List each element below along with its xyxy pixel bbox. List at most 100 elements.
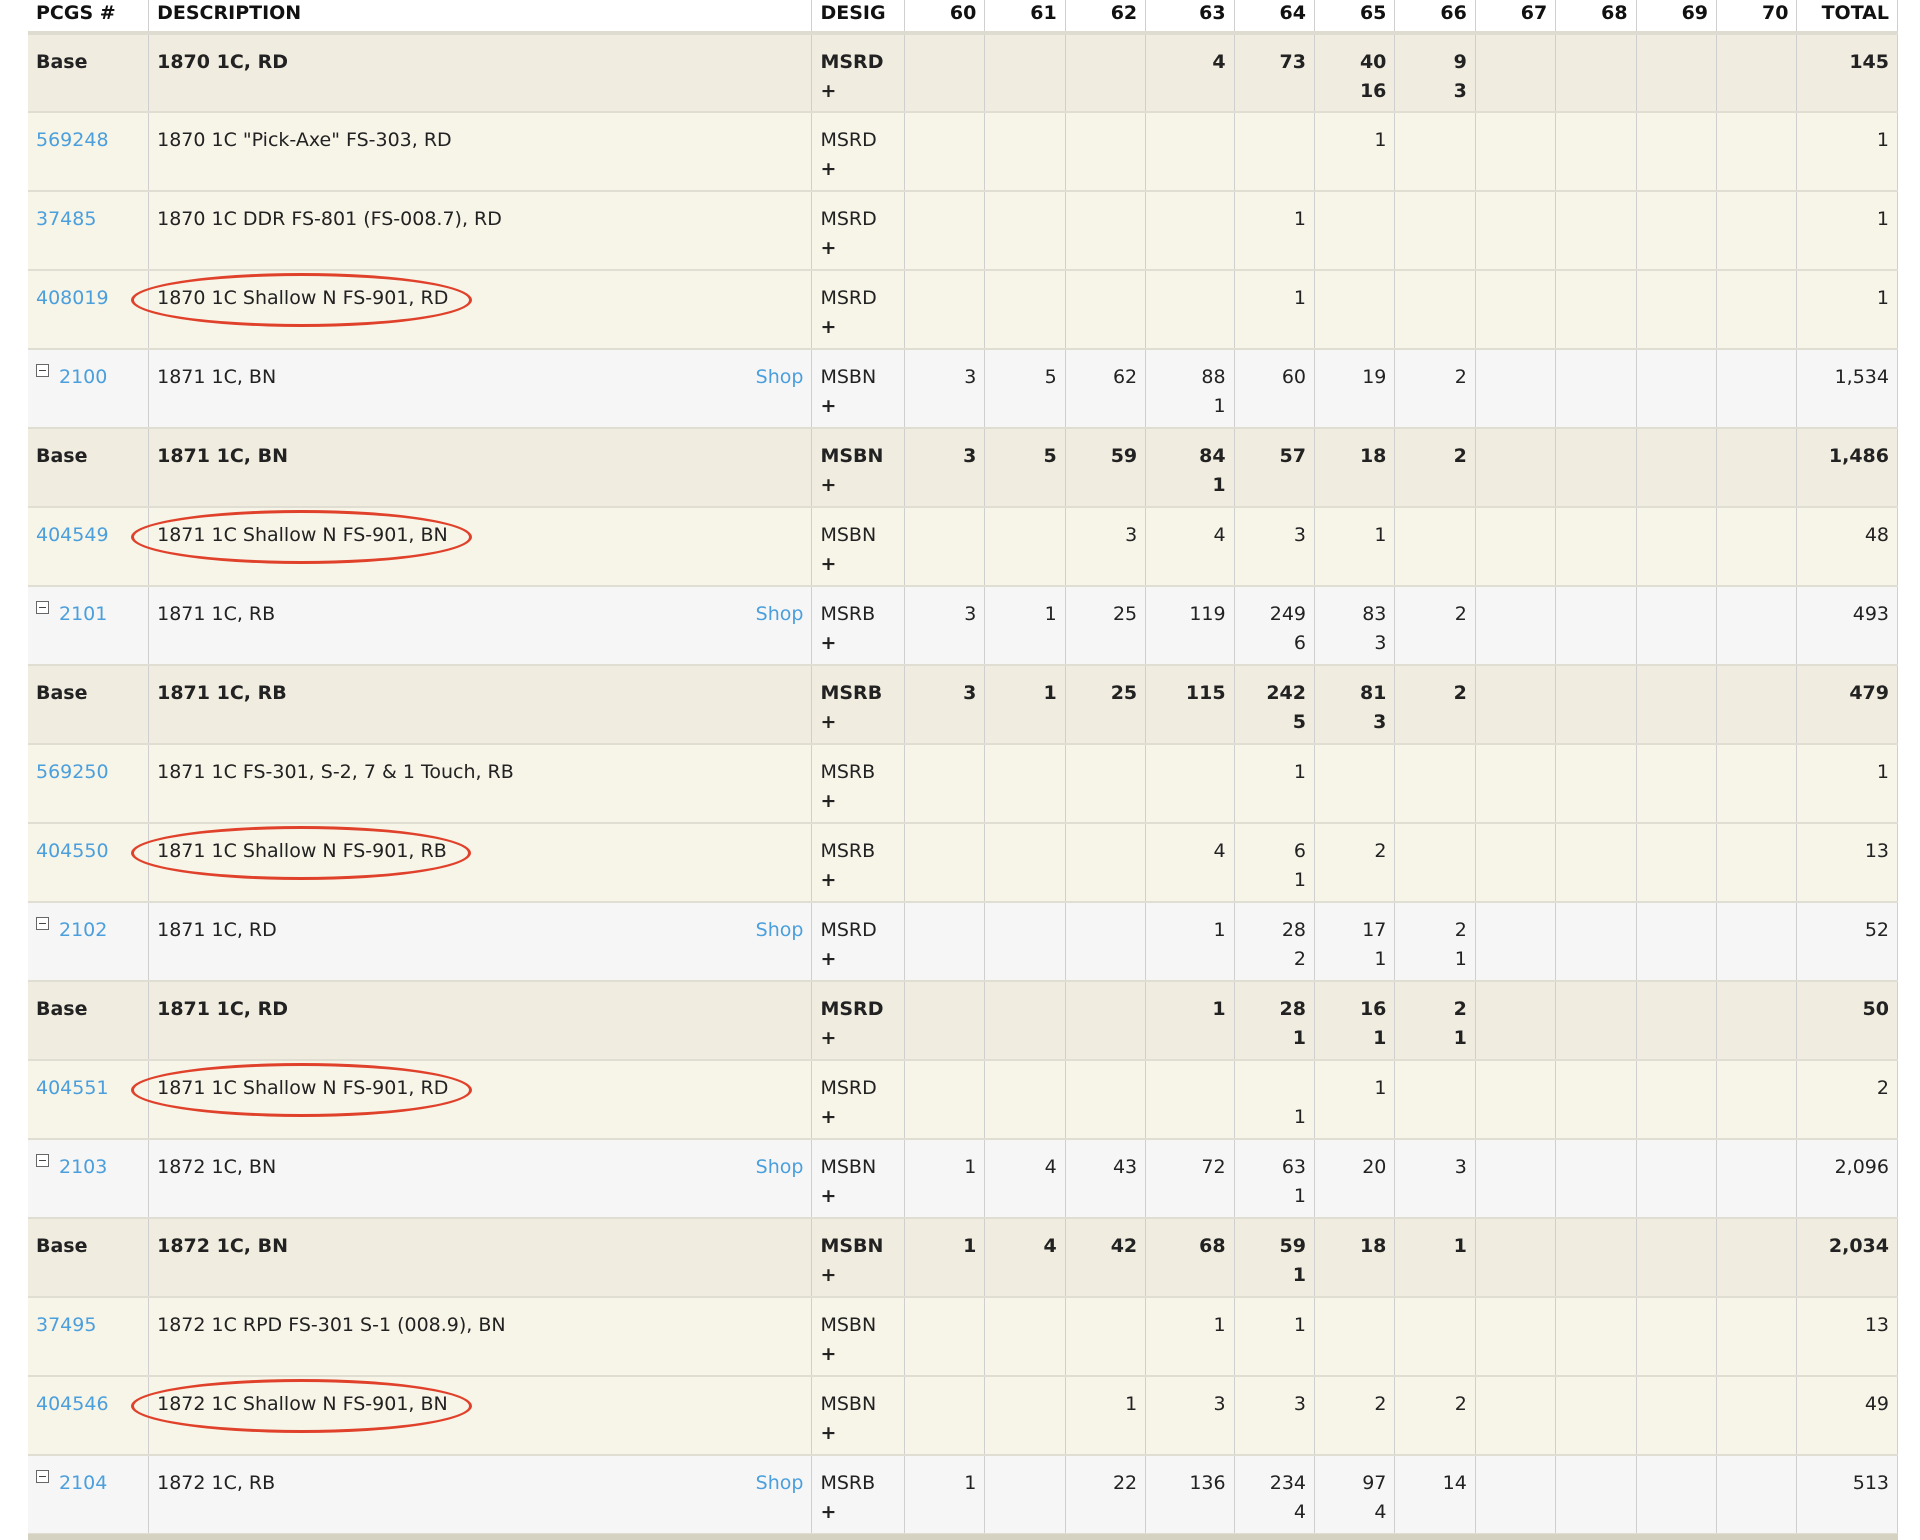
pcgs-number-link[interactable]: 404551: [36, 1077, 109, 1099]
grade-count[interactable]: 63: [1243, 1153, 1306, 1182]
pcgs-number-link[interactable]: 404546: [36, 1393, 109, 1415]
grade-count[interactable]: 59: [1243, 1232, 1306, 1261]
grade-count[interactable]: 242: [1243, 679, 1306, 708]
col-header-grade-60[interactable]: 60: [904, 0, 986, 35]
col-header-total[interactable]: TOTAL: [1796, 0, 1898, 35]
plus-grade-count[interactable]: 3: [1403, 77, 1467, 106]
grade-count[interactable]: 4: [993, 1153, 1057, 1182]
col-header-desig[interactable]: DESIG: [811, 0, 905, 35]
pcgs-number-link[interactable]: 569250: [36, 761, 109, 783]
grade-count[interactable]: 3: [913, 363, 976, 392]
grade-count[interactable]: 1: [1323, 521, 1386, 550]
grade-count[interactable]: 22: [1074, 1469, 1137, 1498]
col-header-grade-70[interactable]: 70: [1716, 0, 1798, 35]
grade-count[interactable]: 14: [1403, 1469, 1467, 1498]
plus-grade-count[interactable]: 2: [1243, 945, 1306, 974]
grade-count[interactable]: 115: [1154, 679, 1226, 708]
plus-grade-count[interactable]: 1: [1154, 471, 1225, 500]
plus-grade-count[interactable]: 1: [1323, 1024, 1386, 1053]
col-header-grade-64[interactable]: 64: [1234, 0, 1316, 35]
plus-grade-count[interactable]: 4: [1243, 1498, 1306, 1527]
grade-count[interactable]: 2: [1403, 679, 1467, 708]
grade-count[interactable]: 1: [1243, 205, 1306, 234]
grade-count[interactable]: 2: [1403, 916, 1467, 945]
grade-count[interactable]: 18: [1323, 1232, 1386, 1261]
grade-count[interactable]: 1: [1154, 995, 1225, 1024]
grade-count[interactable]: 3: [913, 442, 976, 471]
grade-count[interactable]: 4: [1154, 48, 1225, 77]
pcgs-number-link[interactable]: 2103: [59, 1156, 107, 1178]
pcgs-number-link[interactable]: 569248: [36, 129, 109, 151]
grade-count[interactable]: 72: [1154, 1153, 1225, 1182]
grade-count[interactable]: 97: [1323, 1469, 1386, 1498]
grade-count[interactable]: 2: [1403, 600, 1467, 629]
grade-count[interactable]: 136: [1154, 1469, 1225, 1498]
grade-count[interactable]: 1: [1243, 1311, 1306, 1340]
plus-grade-count[interactable]: 1: [1403, 945, 1467, 974]
col-header-description[interactable]: DESCRIPTION: [148, 0, 813, 35]
grade-count[interactable]: 4: [1154, 521, 1226, 550]
plus-grade-count[interactable]: 1: [1243, 1024, 1306, 1053]
grade-count[interactable]: 249: [1243, 600, 1306, 629]
grade-count[interactable]: 3: [913, 679, 976, 708]
grade-count[interactable]: 6: [1243, 837, 1306, 866]
grade-count[interactable]: 1: [993, 679, 1057, 708]
grade-count[interactable]: 9: [1403, 48, 1467, 77]
grade-count[interactable]: 2: [1323, 837, 1386, 866]
pcgs-number-link[interactable]: 37485: [36, 208, 96, 230]
grade-count[interactable]: 1: [1403, 1232, 1467, 1261]
grade-count[interactable]: 57: [1243, 442, 1306, 471]
grade-count[interactable]: 17: [1323, 916, 1386, 945]
col-header-grade-66[interactable]: 66: [1394, 0, 1476, 35]
grade-count[interactable]: 81: [1323, 679, 1386, 708]
grade-count[interactable]: 2: [1323, 1390, 1386, 1419]
plus-grade-count[interactable]: 1: [1243, 866, 1306, 895]
grade-count[interactable]: 3: [1074, 521, 1137, 550]
grade-count[interactable]: 5: [993, 442, 1057, 471]
grade-count[interactable]: 25: [1074, 600, 1137, 629]
shop-link[interactable]: Shop: [756, 916, 804, 945]
grade-count[interactable]: 28: [1243, 995, 1306, 1024]
grade-count[interactable]: 1: [1323, 126, 1386, 155]
grade-count[interactable]: 119: [1154, 600, 1225, 629]
grade-count[interactable]: 40: [1323, 48, 1386, 77]
plus-grade-count[interactable]: 1: [1154, 392, 1226, 421]
plus-grade-count[interactable]: 16: [1323, 77, 1386, 106]
grade-count[interactable]: 3: [1243, 521, 1306, 550]
col-header-pcgs[interactable]: PCGS #: [28, 0, 150, 35]
grade-count[interactable]: 83: [1323, 600, 1386, 629]
col-header-grade-62[interactable]: 62: [1065, 0, 1147, 35]
plus-grade-count[interactable]: 5: [1243, 708, 1306, 737]
grade-count[interactable]: 73: [1243, 48, 1306, 77]
grade-count[interactable]: 2: [1403, 1390, 1467, 1419]
shop-link[interactable]: Shop: [756, 363, 804, 392]
grade-count[interactable]: 2: [1403, 442, 1467, 471]
plus-grade-count[interactable]: 4: [1323, 1498, 1386, 1527]
collapse-toggle-icon[interactable]: [36, 364, 49, 377]
shop-link[interactable]: Shop: [756, 600, 804, 629]
col-header-grade-69[interactable]: 69: [1636, 0, 1718, 35]
plus-grade-count[interactable]: 1: [1323, 945, 1386, 974]
grade-count[interactable]: 68: [1154, 1232, 1225, 1261]
col-header-grade-61[interactable]: 61: [984, 0, 1066, 35]
grade-count[interactable]: 16: [1323, 995, 1386, 1024]
grade-count[interactable]: 4: [993, 1232, 1057, 1261]
grade-count[interactable]: 234: [1243, 1469, 1306, 1498]
grade-count[interactable]: 60: [1243, 363, 1306, 392]
grade-count[interactable]: 42: [1074, 1232, 1137, 1261]
grade-count[interactable]: 84: [1154, 442, 1225, 471]
pcgs-number-link[interactable]: 2100: [59, 366, 107, 388]
grade-count[interactable]: 3: [913, 600, 976, 629]
grade-count[interactable]: 43: [1074, 1153, 1137, 1182]
pcgs-number-link[interactable]: 2104: [59, 1472, 107, 1494]
grade-count[interactable]: 5: [993, 363, 1057, 392]
plus-grade-count[interactable]: 1: [1403, 1024, 1467, 1053]
pcgs-number-link[interactable]: 37495: [36, 1314, 96, 1336]
pcgs-number-link[interactable]: 408019: [36, 287, 109, 309]
shop-link[interactable]: Shop: [756, 1153, 804, 1182]
grade-count[interactable]: 1: [913, 1232, 976, 1261]
col-header-grade-63[interactable]: 63: [1145, 0, 1235, 35]
col-header-grade-65[interactable]: 65: [1314, 0, 1396, 35]
grade-count[interactable]: 28: [1243, 916, 1306, 945]
grade-count[interactable]: 1: [1323, 1074, 1386, 1103]
